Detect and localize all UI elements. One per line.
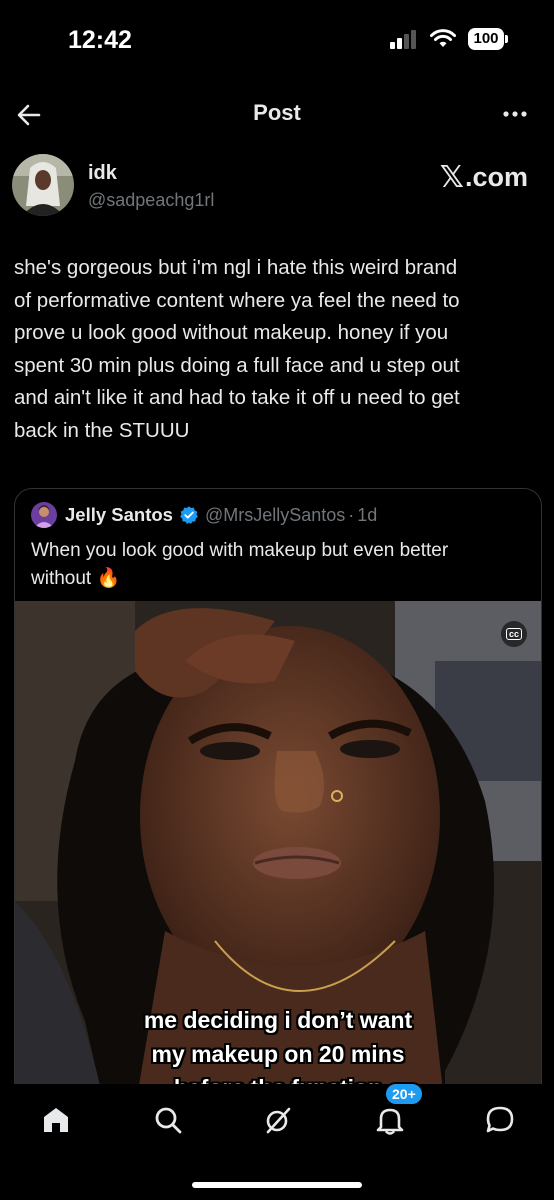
source-label-text: com xyxy=(472,162,528,192)
more-horizontal-icon[interactable] xyxy=(500,102,530,126)
home-indicator[interactable] xyxy=(192,1182,362,1188)
quoted-author-handle: @MrsJellySantos xyxy=(204,504,346,525)
quoted-post[interactable]: Jelly Santos @MrsJellySantos · 1d When y… xyxy=(14,488,542,1110)
status-time: 12:42 xyxy=(68,26,132,54)
post-header: idk @sadpeachg1rl 𝕏. com xyxy=(0,154,554,220)
tab-grok[interactable] xyxy=(254,1096,302,1144)
avatar[interactable] xyxy=(12,154,74,216)
author-handle[interactable]: @sadpeachg1rl xyxy=(88,190,214,211)
battery-level: 100 xyxy=(468,28,504,50)
status-icons: 100 xyxy=(390,28,508,50)
quoted-post-header: Jelly Santos @MrsJellySantos · 1d xyxy=(31,501,531,529)
battery-indicator: 100 xyxy=(468,28,508,50)
separator-dot: · xyxy=(348,504,355,525)
message-icon xyxy=(486,1106,514,1133)
page-title: Post xyxy=(253,100,301,125)
status-bar: 12:42 100 xyxy=(0,0,554,80)
grok-icon xyxy=(266,1107,291,1134)
quoted-post-text: When you look good with makeup but even … xyxy=(31,540,449,589)
bell-icon xyxy=(376,1108,404,1135)
home-icon xyxy=(44,1108,68,1132)
avatar-image xyxy=(12,154,74,216)
tab-notifications[interactable]: 20+ xyxy=(366,1082,424,1144)
tab-messages[interactable] xyxy=(476,1096,524,1144)
x-logo-icon: 𝕏 xyxy=(439,161,464,194)
cellular-signal-icon xyxy=(390,30,416,49)
closed-captions-icon[interactable]: cc xyxy=(501,621,527,647)
quoted-avatar xyxy=(31,502,57,528)
nav-bar: Post xyxy=(0,88,554,140)
search-icon xyxy=(155,1107,182,1134)
tab-search[interactable] xyxy=(144,1096,192,1144)
wifi-icon xyxy=(430,29,456,47)
author-name[interactable]: idk xyxy=(88,162,117,185)
video-caption-line: me deciding i don’t want xyxy=(143,1007,413,1033)
source-label: 𝕏. com xyxy=(439,161,528,194)
post-text: she's gorgeous but i'm ngl i hate this w… xyxy=(14,256,460,442)
closed-captions-label: cc xyxy=(505,628,522,640)
tab-home[interactable] xyxy=(32,1096,80,1144)
quoted-video[interactable]: cc me deciding i don’t want my makeup on… xyxy=(15,601,541,1109)
quoted-author-name: Jelly Santos xyxy=(65,504,173,525)
battery-nub xyxy=(505,35,508,43)
verified-badge-icon xyxy=(180,506,198,524)
video-caption-line: my makeup on 20 mins xyxy=(151,1041,405,1067)
notifications-badge: 20+ xyxy=(384,1082,424,1106)
quoted-post-time: 1d xyxy=(357,504,378,525)
bottom-tab-bar: 20+ xyxy=(0,1082,554,1200)
